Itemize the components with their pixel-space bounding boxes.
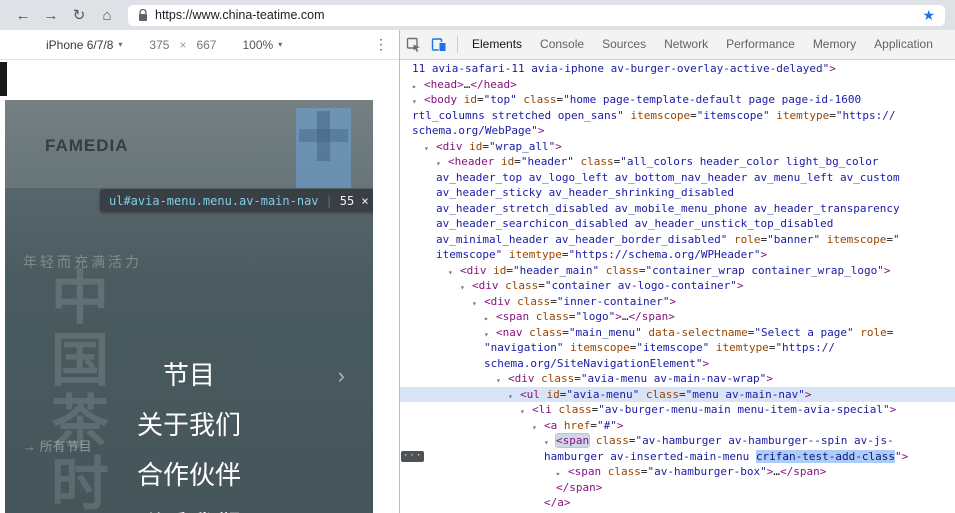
site-menu: 节目 › 关于我们合作伙伴联系我们 [5,350,373,513]
address-bar[interactable]: https://www.china-teatime.com ★ [128,4,945,26]
tree-line[interactable]: ▾ <li class="av-burger-menu-main menu-ite… [400,402,955,418]
tree-line[interactable]: rtl_columns stretched open_sans" itemsco… [400,108,955,124]
device-toolbar-toggle-icon[interactable] [426,32,452,58]
tree-line[interactable]: av_header_stretch_disabled av_mobile_men… [400,201,955,217]
element-tooltip: ul#avia-menu.menu.av-main-nav | 55 × 80 [100,189,373,212]
back-button[interactable]: ← [10,3,36,27]
inspect-highlight-overlay [296,108,351,188]
device-select[interactable]: iPhone 6/7/8 ▾ [46,38,122,52]
devtools-tabbar: Elements Console Sources Network Performance… [400,30,955,60]
tree-line[interactable]: ▾ <body id="top" class="home page-templat… [400,92,955,108]
tree-line[interactable]: 11 avia-safari-11 avia-iphone av-burger-… [400,61,955,77]
menu-item-label: 关于我们 [136,410,241,440]
big-text-char: 中 [51,266,110,331]
tree-line[interactable]: av_minimal_header av_header_border_disab… [400,232,955,248]
tooltip-dimensions: 55 × 80 [339,193,373,208]
tree-line[interactable]: ··· hamburger av-inserted-main-menu crifa… [400,449,955,465]
all-programs-link[interactable]: → 所有节目 [23,436,92,455]
devtools-panel: Elements Console Sources Network Performance… [400,30,955,513]
tree-line[interactable]: ▾ <div id="wrap_all"> [400,139,955,155]
tree-line[interactable]: itemscope" itemtype="https://schema.org/… [400,247,955,263]
tree-line[interactable]: av_header_sticky av_header_shrinking_dis… [400,185,955,201]
tree-line[interactable]: "navigation" itemscope="itemscope" itemt… [400,340,955,356]
bookmark-star-icon[interactable]: ★ [922,8,935,22]
tree-line[interactable]: av_header_searchicon_disabled av_header_… [400,216,955,232]
tab-sources[interactable]: Sources [593,30,655,59]
chevron-down-icon: ▾ [278,40,283,49]
content-area: iPhone 6/7/8 ▾ 375 × 667 100% ▾ ⋮ FAMEDI… [0,30,955,513]
tree-line[interactable]: schema.org/WebPage"> [400,123,955,139]
elements-tree: 11 avia-safari-11 avia-iphone av-burger-… [400,60,955,513]
browser-window: ← → ↻ ⌂ https://www.china-teatime.com ★ … [0,0,955,513]
inspect-element-icon[interactable] [400,32,426,58]
tree-line[interactable]: ▾ <div class="inner-container"> [400,294,955,310]
device-more-options-icon[interactable]: ⋮ [374,36,388,53]
tab-application[interactable]: Application [865,30,942,59]
chevron-right-icon: › [337,363,345,388]
tree-line[interactable]: ▾ <ul id="avia-menu" class="menu av-main-… [400,386,955,402]
forward-button[interactable]: → [38,3,64,27]
site-logo[interactable]: FAMEDIA [45,136,129,156]
device-emulation-pane: iPhone 6/7/8 ▾ 375 × 667 100% ▾ ⋮ FAMEDI… [0,30,400,513]
tree-line[interactable]: ▸ <span class="logo">…</span> [400,309,955,325]
url-text: https://www.china-teatime.com [155,8,325,22]
devtools-tabs: Elements Console Sources Network Performance… [463,30,942,59]
menu-item[interactable]: 联系我们 [5,500,373,513]
browser-toolbar: ← → ↻ ⌂ https://www.china-teatime.com ★ [0,0,955,30]
tab-memory[interactable]: Memory [804,30,865,59]
tree-line[interactable]: ▸ <span class="av-hamburger-box">…</span> [400,464,955,480]
more-actions-chip[interactable]: ··· [401,450,425,462]
menu-item[interactable]: 合作伙伴 [5,450,373,500]
device-canvas: FAMEDIA 年轻而充满活力 中国茶时 节目›关于我们合作伙伴联系我们 → 所… [0,60,399,513]
device-screen: FAMEDIA 年轻而充满活力 中国茶时 节目›关于我们合作伙伴联系我们 → 所… [5,100,373,513]
tree-line[interactable]: ▾ <span class="av-hamburger av-hamburger-… [400,433,955,449]
toolbar-divider [457,36,458,53]
dimensions-separator: × [179,37,187,52]
tab-elements[interactable]: Elements [463,30,531,59]
lock-icon [138,8,148,22]
menu-item-label: 节目 [162,360,215,390]
zoom-select[interactable]: 100% ▾ [242,38,282,52]
tree-line[interactable]: av_header_top av_logo_left av_bottom_nav… [400,170,955,186]
tree-line[interactable]: ▾ <nav class="main_menu" data-selectname=… [400,325,955,341]
reload-button[interactable]: ↻ [66,3,92,27]
tree-line[interactable]: </span> [400,480,955,496]
viewport-width-input[interactable]: 375 [149,38,169,52]
chevron-down-icon: ▾ [118,40,123,49]
tree-line[interactable]: ▾ <header id="header" class="all_colors h… [400,154,955,170]
viewport-height-input[interactable]: 667 [196,38,216,52]
tree-line[interactable]: ▾ <div class="avia-menu av-main-nav-wrap"… [400,371,955,387]
menu-item-label: 合作伙伴 [136,460,241,490]
hamburger-icon [299,129,348,142]
tooltip-separator: | [325,193,333,208]
device-toolbar: iPhone 6/7/8 ▾ 375 × 667 100% ▾ ⋮ [0,30,399,60]
tab-performance[interactable]: Performance [717,30,804,59]
tree-line[interactable]: ▾ <div class="container av-logo-container… [400,278,955,294]
tree-line[interactable]: ▾ <a href="#"> [400,418,955,434]
tab-network[interactable]: Network [655,30,717,59]
tree-line[interactable]: ▾ <div id="header_main" class="container_… [400,263,955,279]
menu-item[interactable]: 节目 › [5,350,373,400]
tree-line[interactable]: schema.org/SiteNavigationElement"> [400,356,955,372]
tooltip-selector: ul#avia-menu.menu.av-main-nav [109,193,319,208]
tree-line[interactable]: </a> [400,495,955,511]
tree-line[interactable]: ▸ <head>…</head> [400,77,955,93]
home-button[interactable]: ⌂ [94,3,120,27]
page-edge-artifact [0,62,7,96]
tab-console[interactable]: Console [531,30,593,59]
